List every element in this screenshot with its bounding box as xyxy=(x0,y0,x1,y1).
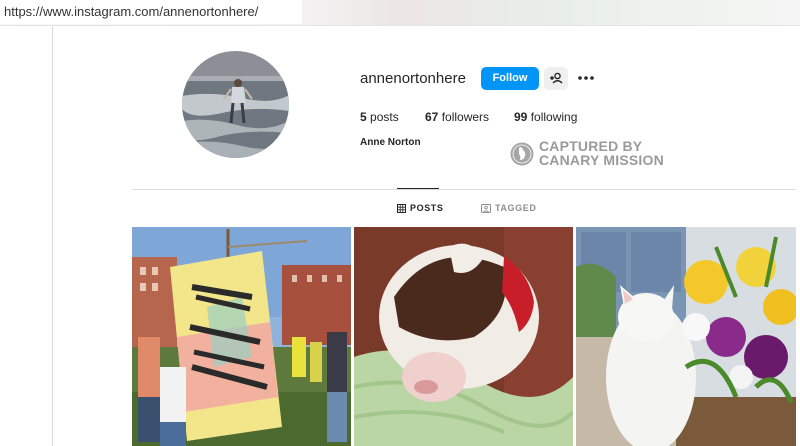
sidebar-divider xyxy=(52,26,53,446)
post-image-cat xyxy=(576,227,796,446)
followers-count-label: followers xyxy=(441,110,490,124)
tab-posts[interactable]: POSTS xyxy=(397,203,444,213)
active-tab-indicator xyxy=(397,188,439,189)
url-text: https://www.instagram.com/annenortonhere… xyxy=(4,4,259,19)
tabs-divider xyxy=(132,189,796,190)
post-tile-puppy[interactable] xyxy=(354,227,573,446)
tab-posts-label: POSTS xyxy=(410,203,444,213)
profile-full-name: Anne Norton xyxy=(360,137,421,148)
canary-mission-watermark: CAPTURED BY CANARY MISSION xyxy=(510,139,670,171)
grid-icon xyxy=(397,203,406,213)
post-tile-protest[interactable] xyxy=(132,227,351,446)
watermark-text: CAPTURED BY CANARY MISSION xyxy=(539,139,664,167)
post-tile-cat[interactable] xyxy=(576,227,796,446)
post-image-puppy xyxy=(354,227,573,446)
following-link[interactable]: 99 following xyxy=(514,110,577,124)
tab-tagged-label: TAGGED xyxy=(495,203,537,213)
followers-count-value: 67 xyxy=(425,110,439,124)
following-count-value: 99 xyxy=(514,110,528,124)
more-options-icon xyxy=(578,76,594,80)
watermark-line-2: CANARY MISSION xyxy=(539,152,664,168)
more-options-button[interactable] xyxy=(576,70,598,86)
post-image-protest xyxy=(132,227,351,446)
posts-count: 5 posts xyxy=(360,110,399,124)
url-field[interactable]: https://www.instagram.com/annenortonhere… xyxy=(0,0,302,24)
tag-icon xyxy=(481,203,491,213)
suggested-accounts-button[interactable] xyxy=(544,67,568,90)
avatar[interactable] xyxy=(182,51,289,158)
posts-count-value: 5 xyxy=(360,110,367,124)
following-count-label: following xyxy=(530,110,578,124)
add-person-icon xyxy=(550,72,563,84)
tab-tagged[interactable]: TAGGED xyxy=(481,203,536,213)
profile-username: annenortonhere xyxy=(360,70,466,87)
watermark-line-1: CAPTURED BY xyxy=(539,138,643,154)
followers-link[interactable]: 67 followers xyxy=(425,110,489,124)
canary-seal-icon xyxy=(510,142,534,166)
follow-button[interactable]: Follow xyxy=(481,67,539,90)
browser-address-bar[interactable]: https://www.instagram.com/annenortonhere… xyxy=(0,0,800,26)
posts-count-label: posts xyxy=(370,110,399,124)
